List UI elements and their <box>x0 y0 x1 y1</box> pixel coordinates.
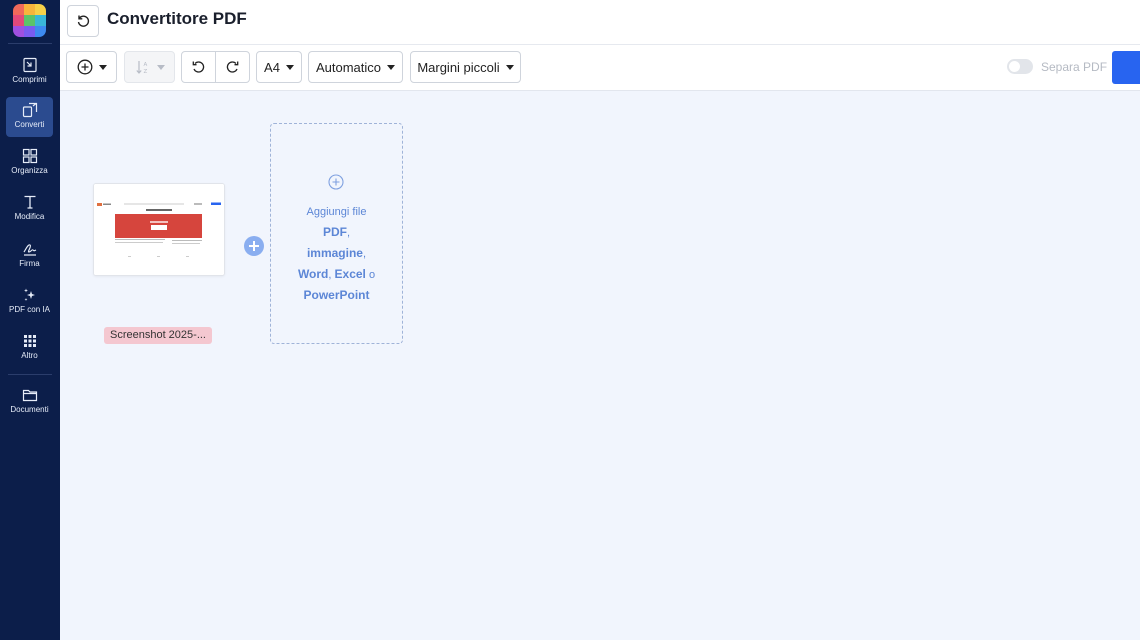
sidebar-item-label: Altro <box>21 351 38 360</box>
sidebar-item-label: Firma <box>19 259 40 268</box>
sidebar-item-altro[interactable]: Altro <box>6 328 53 368</box>
svg-text:A: A <box>143 62 147 68</box>
organize-icon <box>22 148 37 164</box>
sidebar-item-modifica[interactable]: Modifica <box>6 189 53 229</box>
compress-icon <box>22 57 37 73</box>
sidebar-item-organizza[interactable]: Organizza <box>6 143 53 183</box>
chevron-down-icon <box>387 64 396 70</box>
sidebar-item-label: PDF con IA <box>9 305 50 314</box>
drop-zone-line: Aggiungi file <box>306 206 367 218</box>
file-name-label: Screenshot 2025-... <box>104 327 212 344</box>
folder-icon <box>22 389 37 402</box>
chevron-down-icon <box>98 64 107 70</box>
sort-dropdown[interactable]: A Z <box>124 51 175 83</box>
chevron-down-icon <box>285 64 294 70</box>
insert-file-button[interactable] <box>244 236 264 256</box>
rotate-right-icon <box>226 60 239 73</box>
margins-value: Margini piccoli <box>417 59 500 75</box>
chevron-down-icon <box>505 64 514 70</box>
plus-icon <box>249 241 259 251</box>
page-size-dropdown[interactable]: A4 <box>256 51 302 83</box>
sparkle-icon <box>23 288 35 301</box>
page-title: Convertitore PDF <box>107 9 247 28</box>
sidebar-divider <box>8 43 52 44</box>
separate-pdf-control: Separa PDF <box>1007 59 1107 74</box>
orientation-dropdown[interactable]: Automatico <box>308 51 403 83</box>
drop-zone-text: Aggiungi file PDF, immagine, Word, Excel… <box>271 202 402 306</box>
add-circle-icon <box>77 59 92 75</box>
sidebar-item-firma[interactable]: Firma <box>6 236 53 276</box>
add-file-dropdown[interactable] <box>66 51 117 83</box>
app-logo[interactable] <box>13 4 46 37</box>
sidebar: Comprimi Converti Organizza Modifica Fir… <box>0 0 60 640</box>
format-powerpoint: PowerPoint <box>303 288 370 302</box>
rotate-left-button[interactable] <box>181 51 216 83</box>
format-word: Word <box>297 267 329 281</box>
sidebar-item-label: Documenti <box>10 405 49 414</box>
sort-az-icon: A Z <box>135 61 147 75</box>
sidebar-item-documenti[interactable]: Documenti <box>6 382 53 422</box>
sidebar-item-comprimi[interactable]: Comprimi <box>6 52 53 92</box>
separate-pdf-toggle[interactable] <box>1007 59 1033 74</box>
screenshot-preview-image <box>94 184 224 275</box>
margins-dropdown[interactable]: Margini piccoli <box>410 51 521 83</box>
undo-icon <box>77 15 90 27</box>
grid-dots-icon <box>23 335 36 347</box>
convert-icon <box>22 102 37 118</box>
sidebar-item-label: Modifica <box>14 212 45 221</box>
sidebar-item-converti[interactable]: Converti <box>6 97 53 137</box>
sidebar-item-label: Converti <box>14 120 45 129</box>
header-bar: Convertitore PDF <box>60 0 1140 45</box>
sidebar-item-label: Organizza <box>11 166 48 175</box>
chevron-down-icon <box>156 64 165 70</box>
undo-back-button[interactable] <box>67 5 99 37</box>
separate-pdf-label: Separa PDF <box>1041 59 1108 74</box>
orientation-value: Automatico <box>315 59 382 75</box>
drop-zone-or: o <box>368 269 376 281</box>
format-excel: Excel <box>334 267 366 281</box>
add-file-drop-zone[interactable]: Aggiungi file PDF, immagine, Word, Excel… <box>270 123 403 344</box>
rotate-right-button[interactable] <box>215 51 250 83</box>
file-thumbnail[interactable] <box>93 183 225 276</box>
page-size-value: A4 <box>264 59 280 75</box>
toolbar: A Z A4 Automatico Margini piccoli Separa… <box>60 45 1140 91</box>
sidebar-divider <box>8 374 52 375</box>
format-pdf: PDF <box>322 225 347 239</box>
edit-text-icon <box>24 195 35 209</box>
format-image: immagine <box>306 246 363 260</box>
sidebar-item-label: Comprimi <box>12 75 47 84</box>
svg-text:Z: Z <box>143 69 147 75</box>
convert-button[interactable] <box>1112 51 1140 84</box>
signature-icon <box>22 244 36 256</box>
add-circle-icon <box>328 174 344 190</box>
rotate-left-icon <box>192 60 205 73</box>
sidebar-item-pdf-con-ia[interactable]: PDF con IA <box>6 282 53 322</box>
